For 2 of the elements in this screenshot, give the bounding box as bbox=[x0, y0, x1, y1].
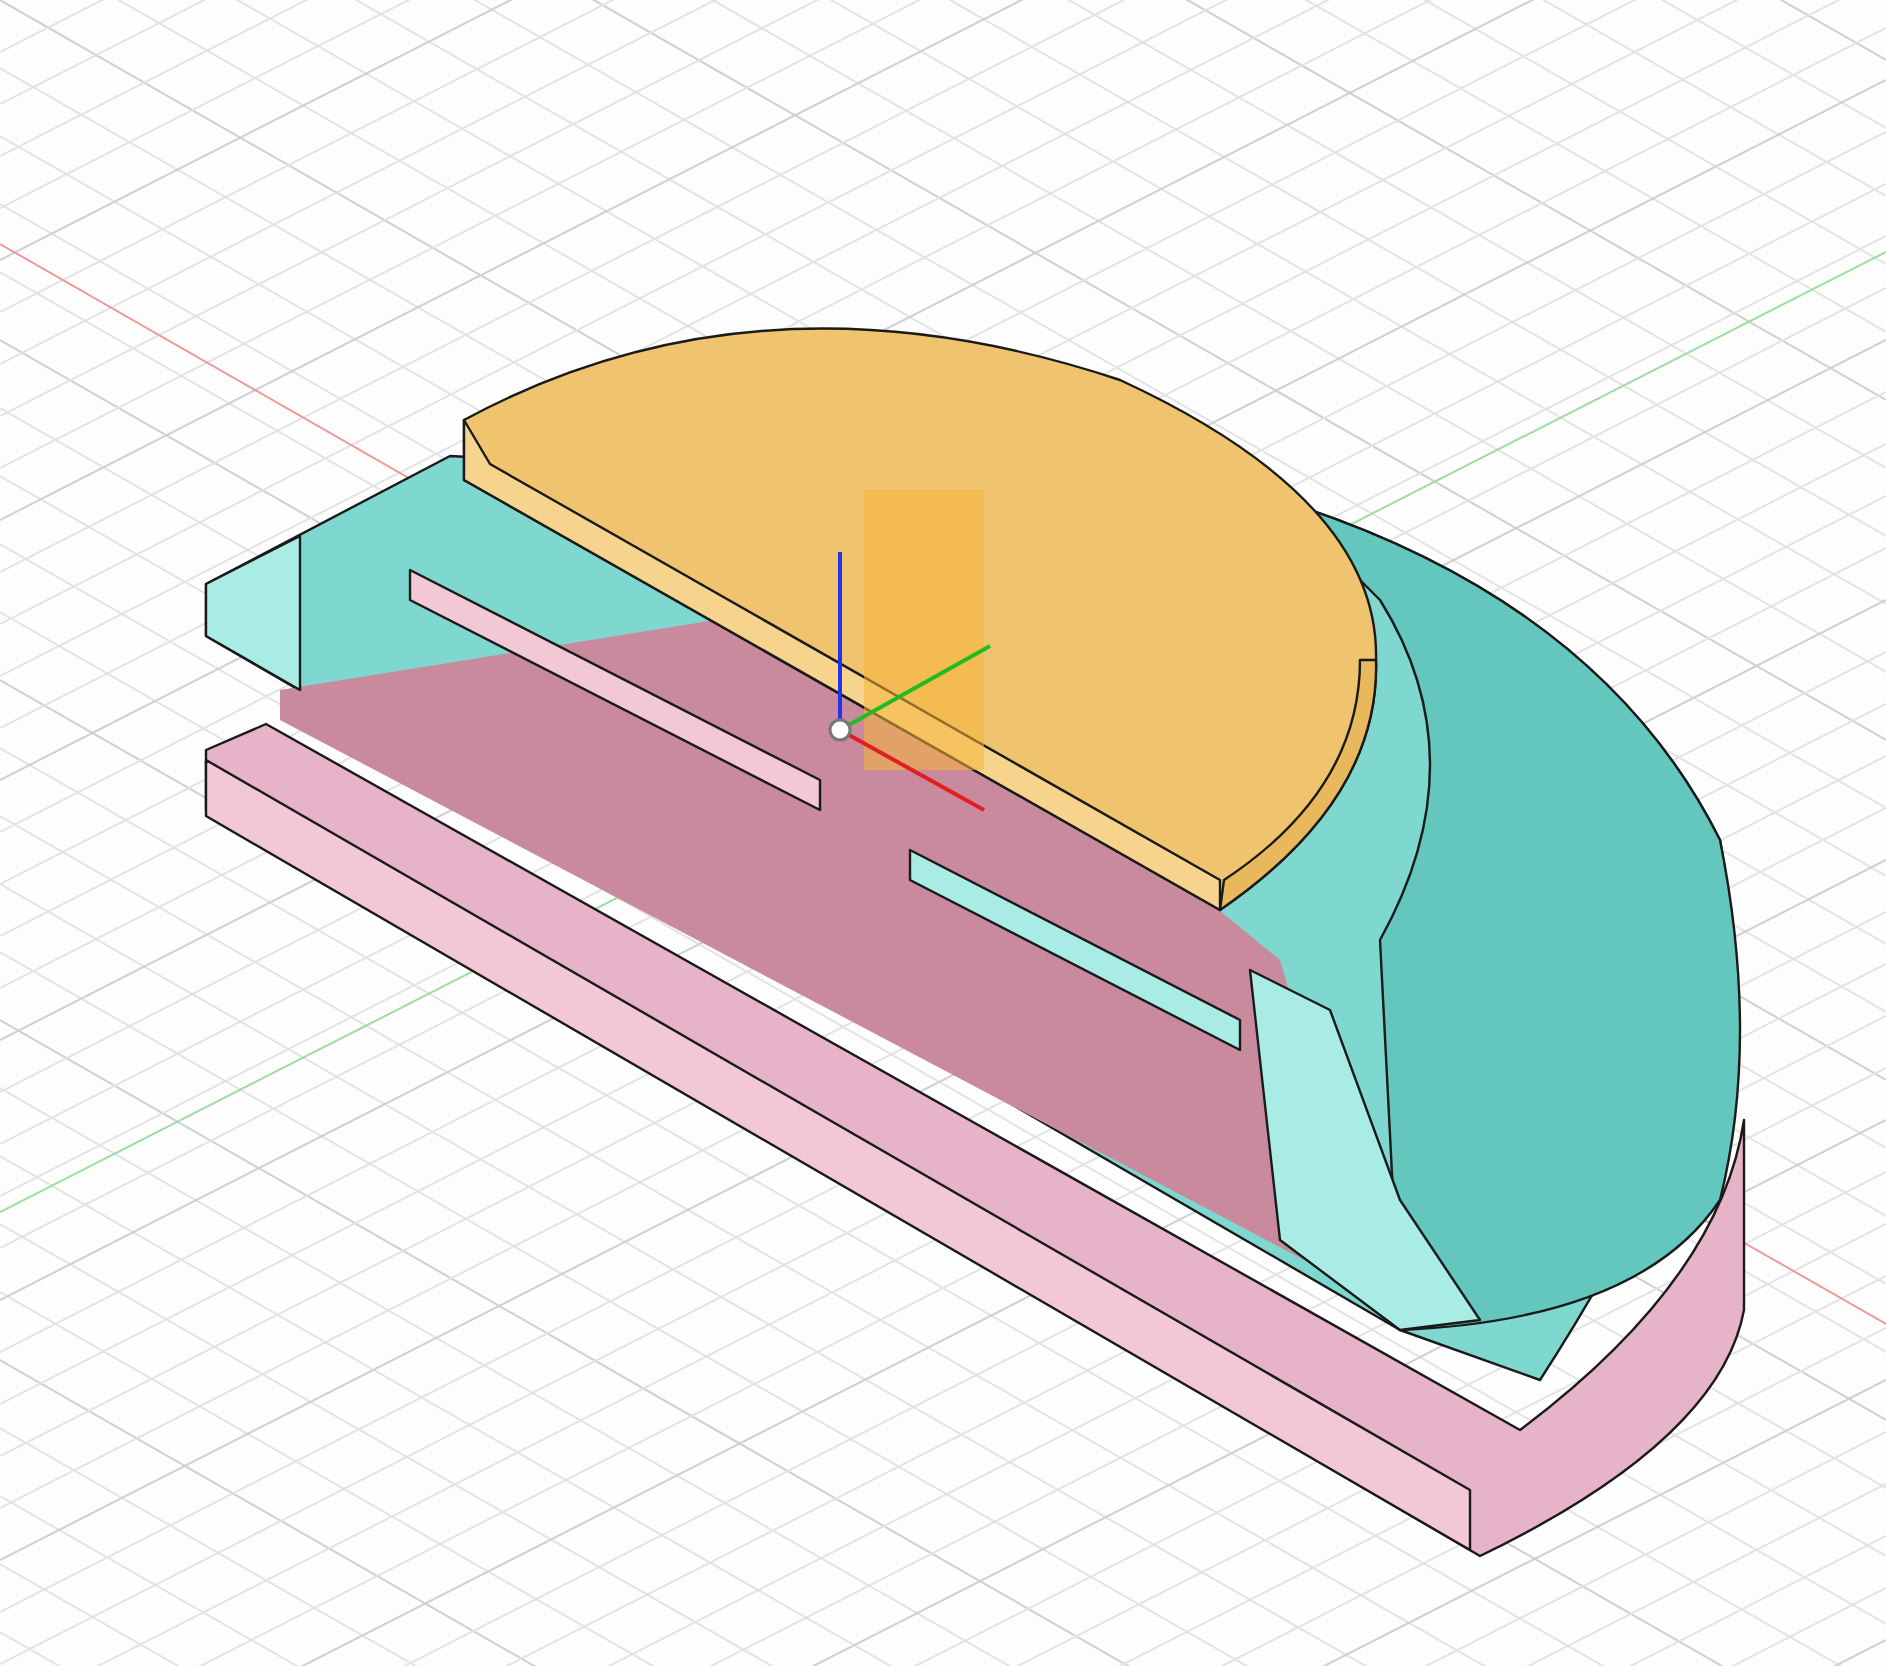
section-model-drawing[interactable] bbox=[204, 327, 1746, 1558]
axis-triad-icon[interactable] bbox=[828, 490, 991, 812]
